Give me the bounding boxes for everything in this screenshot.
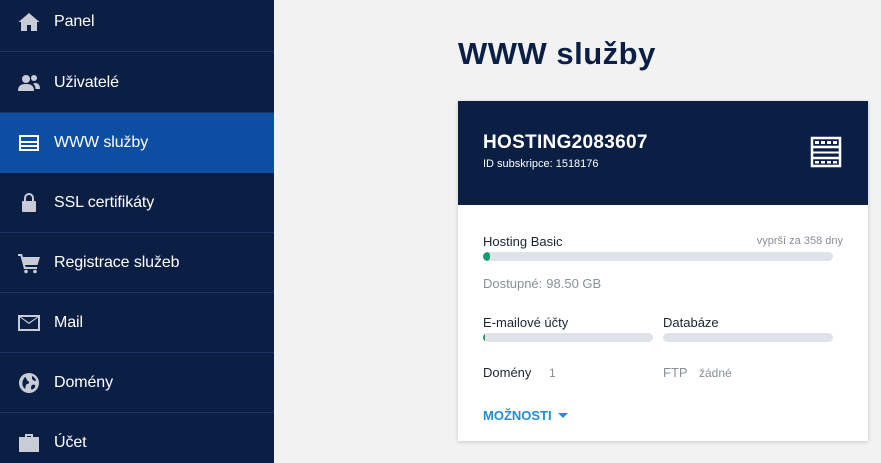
sidebar-item-label: WWW služby	[54, 133, 149, 151]
email-accounts-fill	[483, 333, 485, 342]
server-icon	[16, 131, 42, 155]
users-icon	[16, 71, 42, 95]
options-label: MOŽNOSTI	[483, 408, 552, 423]
sidebar-item-registration[interactable]: Registrace služeb	[0, 233, 274, 293]
sidebar-item-users[interactable]: Uživatelé	[0, 53, 274, 113]
main-content: WWW služby HOSTING2083607 ID subskripce:…	[274, 0, 881, 463]
sidebar-item-ssl[interactable]: SSL certifikáty	[0, 173, 274, 233]
sidebar: Panel Uživatelé WWW služby SSL certifiká…	[0, 0, 274, 463]
briefcase-icon	[16, 431, 42, 455]
sidebar-item-domains[interactable]: Domény	[0, 353, 274, 413]
hosting-name[interactable]: HOSTING2083607	[483, 132, 648, 154]
sidebar-item-label: Uživatelé	[54, 73, 119, 91]
available-value: 98.50 GB	[546, 276, 602, 291]
email-accounts-bar	[483, 333, 653, 342]
sidebar-item-label: Účet	[54, 433, 87, 451]
sidebar-item-label: Panel	[54, 12, 95, 30]
ftp-label: FTP	[663, 365, 688, 380]
domains-label: Domény	[483, 365, 532, 380]
caret-down-icon	[557, 413, 568, 418]
domains-value: 1	[549, 366, 556, 380]
available-storage: Dostupné: 98.50 GB	[483, 276, 601, 291]
sidebar-item-label: Registrace služeb	[54, 253, 180, 271]
sidebar-item-www-services[interactable]: WWW služby	[0, 113, 274, 173]
email-accounts-label: E-mailové účty	[483, 315, 569, 330]
envelope-icon	[16, 311, 42, 335]
server-rack-icon	[810, 136, 842, 168]
storage-progress-bar	[483, 252, 833, 261]
card-header: HOSTING2083607 ID subskripce: 1518176	[458, 101, 868, 205]
sidebar-item-label: SSL certifikáty	[54, 193, 155, 211]
databases-bar	[663, 333, 833, 342]
ftp-value: žádné	[699, 366, 732, 380]
page-title: WWW služby	[458, 36, 656, 71]
subscription-id: ID subskripce: 1518176	[483, 158, 599, 170]
sidebar-item-mail[interactable]: Mail	[0, 293, 274, 353]
sidebar-item-label: Domény	[54, 373, 113, 391]
sidebar-item-label: Mail	[54, 313, 83, 331]
hosting-card: HOSTING2083607 ID subskripce: 1518176 Hos…	[458, 101, 868, 441]
sidebar-item-panel[interactable]: Panel	[0, 0, 274, 52]
home-icon	[16, 10, 42, 34]
subscription-id-value: 1518176	[555, 158, 599, 170]
plan-name: Hosting Basic	[483, 234, 563, 249]
cart-icon	[16, 251, 42, 275]
globe-icon	[16, 371, 42, 395]
sidebar-item-account[interactable]: Účet	[0, 413, 274, 463]
databases-label: Databáze	[663, 315, 719, 330]
expiry-text: vyprší za 358 dny	[756, 235, 843, 247]
available-label: Dostupné:	[483, 276, 543, 291]
storage-progress-fill	[483, 252, 490, 261]
lock-icon	[16, 191, 42, 215]
options-dropdown-button[interactable]: MOŽNOSTI	[483, 408, 568, 423]
subscription-id-label: ID subskripce:	[483, 158, 553, 170]
